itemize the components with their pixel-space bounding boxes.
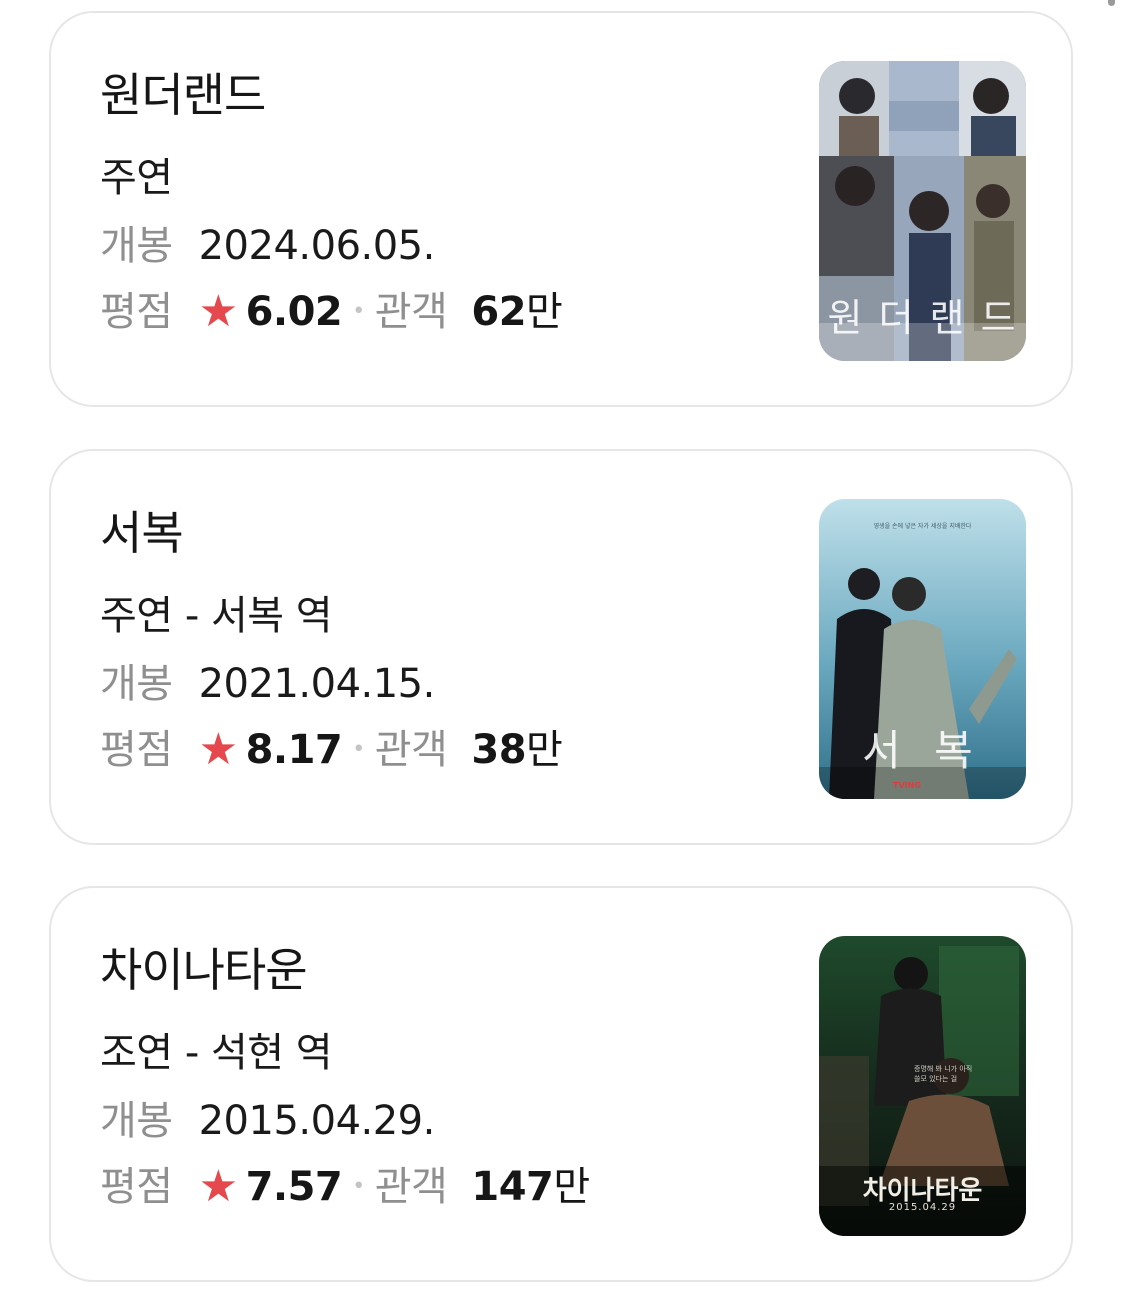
movie-poster-image[interactable]: 증명해 봐 니가 아직 쓸모 있다는 걸 차이나타운 2015.04.29 <box>819 936 1026 1236</box>
audience-number: 147 <box>471 1164 554 1210</box>
rating-value: 8.17 <box>245 727 343 773</box>
separator-dot: • <box>352 1174 365 1199</box>
stats-row: 평점 ★ 8.17 • 관객 38만 <box>100 724 563 775</box>
audience-unit: 만 <box>526 289 563 335</box>
release-label: 개봉 <box>100 223 173 269</box>
movie-card-seobok[interactable]: 서복 주연 - 서복 역 개봉 2021.04.15. 평점 ★ 8.17 • … <box>49 449 1073 845</box>
movie-poster-image[interactable]: 영생을 손에 넣은 자가 세상을 지배한다 서 복 TVING <box>819 499 1026 799</box>
rating-label: 평점 <box>100 727 173 773</box>
rating-value: 7.57 <box>245 1164 343 1210</box>
poster-tagline: 증명해 봐 니가 아직 쓸모 있다는 걸 <box>914 1065 973 1083</box>
audience-number: 38 <box>471 727 527 773</box>
star-icon: ★ <box>198 1161 238 1212</box>
release-date: 2015.04.29. <box>198 1098 436 1144</box>
movie-title[interactable]: 원더랜드 <box>100 69 266 121</box>
audience-unit: 만 <box>553 1164 590 1210</box>
audience-value: 62만 <box>471 289 562 335</box>
stats-row: 평점 ★ 7.57 • 관객 147만 <box>100 1161 590 1212</box>
movie-poster-image[interactable]: 원 더 랜 드 <box>819 61 1026 361</box>
audience-value: 38만 <box>471 727 562 773</box>
audience-value: 147만 <box>471 1164 590 1210</box>
rating-value: 6.02 <box>245 289 343 335</box>
release-date: 2024.06.05. <box>198 223 436 269</box>
release-label: 개봉 <box>100 1098 173 1144</box>
role-text: 주연 <box>100 155 173 201</box>
poster-date: 2015.04.29 <box>888 1202 957 1213</box>
audience-number: 62 <box>471 289 527 335</box>
star-icon: ★ <box>198 724 238 775</box>
rating-label: 평점 <box>100 1164 173 1210</box>
poster-title: 서 복 <box>862 726 983 775</box>
role-text: 주연 - 서복 역 <box>100 593 333 639</box>
movie-card-chinatown[interactable]: 차이나타운 조연 - 석현 역 개봉 2015.04.29. 평점 ★ 7.57… <box>49 886 1073 1282</box>
release-row: 개봉 2024.06.05. <box>100 223 435 269</box>
scrollbar-thumb[interactable] <box>1108 0 1115 6</box>
poster-tagline: 영생을 손에 넣은 자가 세상을 지배한다 <box>873 523 972 530</box>
star-icon: ★ <box>198 286 238 337</box>
rating-label: 평점 <box>100 289 173 335</box>
movie-title[interactable]: 서복 <box>100 507 184 559</box>
release-date: 2021.04.15. <box>198 661 436 707</box>
movie-card-wonderland[interactable]: 원더랜드 주연 개봉 2024.06.05. 평점 ★ 6.02 • 관객 62… <box>49 11 1073 407</box>
movie-title[interactable]: 차이나타운 <box>100 944 308 996</box>
audience-unit: 만 <box>526 727 563 773</box>
release-row: 개봉 2021.04.15. <box>100 661 435 707</box>
poster-title: 원 더 랜 드 <box>827 296 1018 340</box>
separator-dot: • <box>352 737 365 762</box>
audience-label: 관객 <box>374 727 448 773</box>
separator-dot: • <box>352 299 365 324</box>
role-text: 조연 - 석현 역 <box>100 1030 333 1076</box>
release-label: 개봉 <box>100 661 173 707</box>
release-row: 개봉 2015.04.29. <box>100 1098 435 1144</box>
audience-label: 관객 <box>374 289 448 335</box>
poster-brand: TVING <box>893 781 921 790</box>
audience-label: 관객 <box>374 1164 448 1210</box>
stats-row: 평점 ★ 6.02 • 관객 62만 <box>100 286 563 337</box>
